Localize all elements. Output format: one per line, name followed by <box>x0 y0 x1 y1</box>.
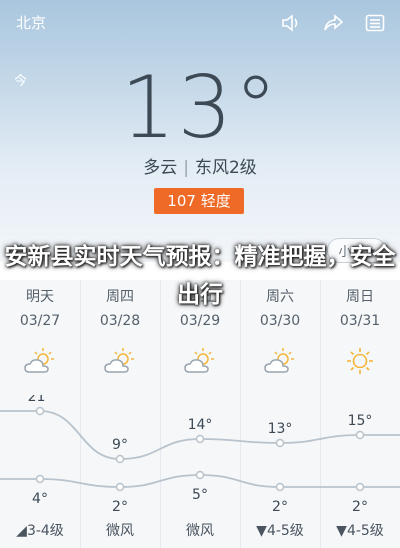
current-weather-panel: 北京 今 13° 多云 | 东风2级 107 轻度 今 小时 ▾ <box>0 0 400 263</box>
condition-text: 多云 <box>143 158 178 178</box>
low-temp-point <box>355 482 365 492</box>
low-temp-label: 2° <box>272 499 288 515</box>
low-temp-point <box>195 470 205 480</box>
high-temp-point <box>195 434 205 444</box>
city-name[interactable]: 北京 <box>16 12 46 33</box>
partly-cloudy-icon <box>104 348 134 373</box>
aqi-badge[interactable]: 107 轻度 <box>154 188 244 214</box>
wind-text: 东风2级 <box>194 158 257 178</box>
partly-cloudy-icon <box>264 348 294 373</box>
share-icon[interactable] <box>322 12 344 34</box>
high-temp-label: 21° <box>28 395 53 405</box>
partly-cloudy-icon <box>24 348 54 373</box>
wind-label: ▼4-5级 <box>336 523 384 539</box>
speaker-icon[interactable] <box>280 12 302 34</box>
date-label: 03/28 <box>99 313 141 329</box>
low-temp-label: 2° <box>352 499 368 515</box>
temperature-chart: 21° 9° 14° 13° 15° 4° 2° 5° 2° 2° <box>0 395 400 515</box>
forecast-winds: ◢3-4级 微风 微风 ▼4-5级 ▼4-5级 <box>0 520 400 540</box>
sunny-icon <box>347 348 373 374</box>
high-temp-label: 9° <box>112 437 128 453</box>
forecast-icons <box>0 347 400 379</box>
low-temp-label: 2° <box>112 499 128 515</box>
wind-label: 微风 <box>186 523 214 539</box>
condition-line: 多云 | 东风2级 <box>0 153 400 178</box>
menu-icon[interactable] <box>364 12 386 34</box>
high-temp-point <box>355 430 365 440</box>
low-temp-point <box>275 482 285 492</box>
low-temp-label: 5° <box>192 487 208 503</box>
low-temp-point <box>115 482 125 492</box>
wind-label: ◢3-4级 <box>16 523 64 539</box>
date-label: 03/30 <box>259 313 301 329</box>
wind-label: 微风 <box>106 523 134 539</box>
wind-label: ▼4-5级 <box>256 523 304 539</box>
low-temp-label: 4° <box>32 491 48 507</box>
current-temperature: 13° <box>120 58 280 158</box>
high-temp-point <box>115 454 125 464</box>
high-temp-point <box>275 438 285 448</box>
date-label: 03/29 <box>179 313 221 329</box>
condition-separator: | <box>183 158 189 178</box>
date-label: 03/27 <box>19 313 61 329</box>
overlay-title: 安新县实时天气预报：精准把握，安全出行 <box>4 244 396 308</box>
high-temp-label: 13° <box>268 421 293 437</box>
date-label: 03/31 <box>339 313 381 329</box>
forecast-dates: 03/27 03/28 03/29 03/30 03/31 <box>0 313 400 329</box>
low-temp-point <box>35 474 45 484</box>
high-temp-label: 15° <box>348 413 373 429</box>
partly-cloudy-icon <box>184 348 214 373</box>
high-temp-label: 14° <box>188 417 213 433</box>
high-temp-point <box>35 406 45 416</box>
